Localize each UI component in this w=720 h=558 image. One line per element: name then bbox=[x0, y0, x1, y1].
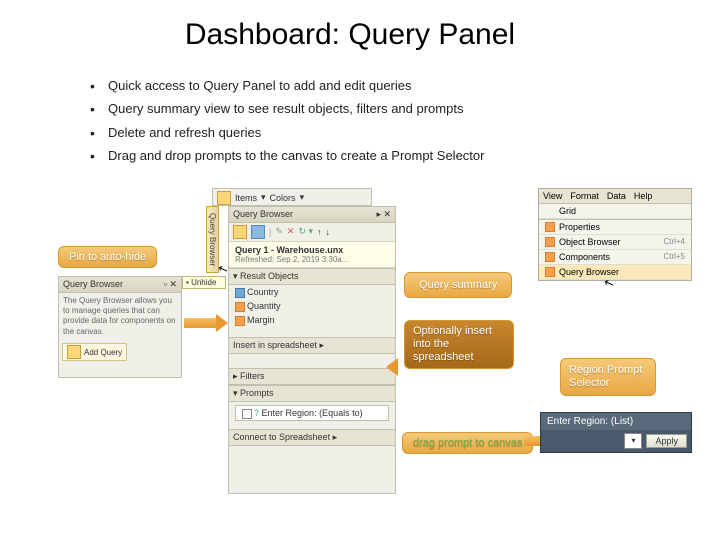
bullet-item: Query summary view to see result objects… bbox=[90, 97, 720, 120]
left-query-browser-panel: Query Browser ▫ ✕ The Query Browser allo… bbox=[58, 276, 182, 378]
dropdown-icon[interactable]: ▾ bbox=[261, 192, 266, 203]
toolbar-icon[interactable] bbox=[251, 225, 265, 239]
menu-item[interactable]: Colors bbox=[270, 193, 296, 203]
check-icon bbox=[545, 252, 555, 262]
result-object-item[interactable]: Quantity bbox=[229, 299, 395, 313]
pin-close-icons[interactable]: ▸ ✕ bbox=[376, 209, 391, 220]
menu-topbar: View Format Data Help bbox=[539, 189, 691, 204]
menu-view[interactable]: View bbox=[543, 191, 562, 201]
browser-desc: The Query Browser allows you to manage q… bbox=[59, 293, 181, 341]
toolbar-down-icon[interactable]: ↓ bbox=[326, 227, 331, 237]
toolbar-refresh-icon[interactable]: ↻ ▾ bbox=[298, 226, 313, 237]
region-selector-header: Enter Region: (List) bbox=[541, 413, 691, 430]
unhide-label: Unhide bbox=[191, 278, 216, 287]
main-panel-header: Query Browser ▸ ✕ bbox=[229, 207, 395, 223]
section-filters[interactable]: ▸ Filters bbox=[229, 368, 395, 385]
apply-button[interactable]: Apply bbox=[646, 434, 687, 448]
result-object-item[interactable]: Country bbox=[229, 285, 395, 299]
connect-spreadsheet-row[interactable]: Connect to Spreadsheet ▸ bbox=[229, 429, 395, 446]
result-object-item[interactable]: Margin bbox=[229, 313, 395, 327]
bullet-item: Drag and drop prompts to the canvas to c… bbox=[90, 144, 720, 167]
view-menu-panel: View Format Data Help Grid Properties Ob… bbox=[538, 188, 692, 281]
insert-spreadsheet-row[interactable]: Insert in spreadsheet ▸ bbox=[229, 337, 395, 354]
arrow-icon bbox=[396, 362, 398, 372]
toolbar-delete-icon[interactable]: ✕ bbox=[287, 226, 295, 237]
dropdown-icon[interactable]: ▾ bbox=[300, 192, 305, 203]
toolbar-edit-icon[interactable]: ✎ bbox=[275, 226, 283, 237]
prompt-item[interactable]: ? Enter Region: (Equals to) bbox=[235, 405, 389, 421]
section-prompts[interactable]: ▾ Prompts bbox=[229, 385, 395, 402]
toolbar-up-icon[interactable]: ↑ bbox=[317, 227, 322, 237]
query-name: Query 1 - Warehouse.unx bbox=[235, 245, 389, 255]
region-selector-panel: Enter Region: (List) ▾ Apply bbox=[540, 412, 692, 453]
query-date: Refreshed: Sep 2, 2019 3:30a... bbox=[235, 255, 389, 264]
callout-insert: Optionally insert into the spreadsheet bbox=[404, 320, 514, 370]
slide-title: Dashboard: Query Panel bbox=[120, 18, 580, 52]
bullet-item: Delete and refresh queries bbox=[90, 121, 720, 144]
menu-item[interactable]: Items bbox=[235, 193, 257, 203]
main-panel-title: Query Browser bbox=[233, 209, 293, 220]
callout-query-summary: Query summary bbox=[404, 272, 512, 298]
menu-item-components[interactable]: ComponentsCtrl+5 bbox=[539, 250, 691, 265]
bullet-item: Quick access to Query Panel to add and e… bbox=[90, 74, 720, 97]
menu-help[interactable]: Help bbox=[634, 191, 653, 201]
callout-drag-prompt: drag prompt to canvas bbox=[402, 432, 533, 454]
bullet-list: Quick access to Query Panel to add and e… bbox=[90, 74, 720, 168]
menu-icon[interactable] bbox=[217, 191, 231, 205]
add-icon bbox=[67, 345, 81, 359]
diagram-area: Pin to auto-hide Query Browser ▫ ✕ The Q… bbox=[0, 188, 720, 528]
callout-pin: Pin to auto-hide bbox=[58, 246, 157, 268]
top-menu-bar: Items ▾ Colors ▾ bbox=[212, 188, 372, 206]
menu-format[interactable]: Format bbox=[570, 191, 599, 201]
menu-item-object-browser[interactable]: Object BrowserCtrl+4 bbox=[539, 235, 691, 250]
toolbar-sep: | bbox=[269, 227, 271, 237]
toolbar-icon[interactable] bbox=[233, 225, 247, 239]
panel-title: Query Browser bbox=[63, 279, 123, 290]
check-icon bbox=[545, 267, 555, 277]
panel-header: Query Browser ▫ ✕ bbox=[59, 277, 181, 293]
unhide-tooltip: ▪ Unhide bbox=[182, 276, 226, 289]
add-query-label: Add Query bbox=[84, 348, 122, 357]
check-icon bbox=[545, 222, 555, 232]
arrow-icon bbox=[184, 318, 218, 328]
check-icon bbox=[545, 237, 555, 247]
menu-item-grid[interactable]: Grid bbox=[539, 204, 691, 219]
menu-item-query-browser[interactable]: Query Browser bbox=[539, 265, 691, 280]
region-dropdown[interactable]: ▾ bbox=[624, 433, 642, 449]
menu-item-properties[interactable]: Properties bbox=[539, 220, 691, 235]
section-result-objects[interactable]: ▾ Result Objects bbox=[229, 268, 395, 285]
main-query-browser: Query Browser ▸ ✕ | ✎ ✕ ↻ ▾ ↑ ↓ Query 1 … bbox=[228, 206, 396, 494]
add-query-button[interactable]: Add Query bbox=[62, 343, 127, 361]
toolbar: | ✎ ✕ ↻ ▾ ↑ ↓ bbox=[229, 223, 395, 242]
pin-icons[interactable]: ▫ ✕ bbox=[164, 279, 177, 290]
callout-region-selector: Region Prompt Selector bbox=[560, 358, 656, 396]
menu-data[interactable]: Data bbox=[607, 191, 626, 201]
